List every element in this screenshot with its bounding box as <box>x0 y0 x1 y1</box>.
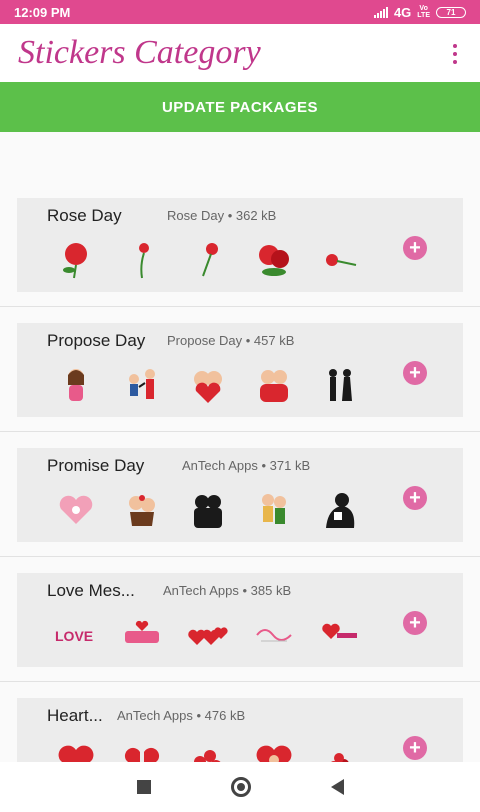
sticker-pack-card[interactable]: Promise Day AnTech Apps • 371 kB + <box>17 448 463 542</box>
sticker-pack-card[interactable]: Propose Day Propose Day • 457 kB + <box>17 323 463 417</box>
sticker-pack-card[interactable]: Love Mes... AnTech Apps • 385 kB LOVE + <box>17 573 463 667</box>
signal-icon <box>373 6 388 18</box>
pack-name: Love Mes... <box>47 581 135 600</box>
plus-icon[interactable]: + <box>403 611 427 635</box>
sticker-thumbnail <box>249 613 299 657</box>
sticker-thumbnail <box>183 363 233 407</box>
sticker-pack-row[interactable]: Heart... AnTech Apps • 476 kB + <box>0 682 480 762</box>
sticker-thumbnail <box>249 488 299 532</box>
pack-name: Rose Day <box>47 206 122 225</box>
plus-icon[interactable]: + <box>403 236 427 260</box>
sticker-preview-strip <box>51 238 365 282</box>
sticker-pack-row[interactable]: Love Mes... AnTech Apps • 385 kB LOVE + <box>0 557 480 682</box>
status-icons: 4G Vo LTE 71 <box>373 4 466 20</box>
sticker-pack-row[interactable]: Rose Day Rose Day • 362 kB + <box>0 132 480 307</box>
sticker-pack-list[interactable]: Rose Day Rose Day • 362 kB + Propose Day Pro… <box>0 132 480 762</box>
svg-text:LOVE: LOVE <box>55 628 93 644</box>
pack-name: Promise Day <box>47 456 145 475</box>
sticker-thumbnail <box>183 738 233 762</box>
pack-meta: AnTech Apps • 385 kB <box>163 583 292 598</box>
sticker-thumbnail <box>315 363 365 407</box>
plus-icon[interactable]: + <box>403 486 427 510</box>
battery-icon: 71 <box>436 6 466 18</box>
more-vert-icon[interactable] <box>452 44 458 64</box>
sticker-thumbnail <box>315 613 365 657</box>
sticker-thumbnail <box>249 363 299 407</box>
sticker-thumbnail <box>183 613 233 657</box>
system-nav-bar <box>0 762 480 812</box>
sticker-thumbnail <box>117 238 167 282</box>
sticker-thumbnail: LOVE <box>51 613 101 657</box>
sticker-thumbnail <box>51 363 101 407</box>
pack-meta: Rose Day • 362 kB <box>167 208 277 223</box>
sticker-preview-strip <box>51 488 365 532</box>
square-icon[interactable] <box>136 780 151 794</box>
sticker-thumbnail <box>51 738 101 762</box>
sticker-thumbnail <box>117 738 167 762</box>
app-bar: Stickers Category <box>0 24 480 82</box>
sticker-thumbnail <box>51 488 101 532</box>
page-title: Stickers Category <box>18 34 261 71</box>
update-packages-button[interactable]: UPDATE PACKAGES <box>0 82 480 132</box>
sticker-pack-row[interactable]: Propose Day Propose Day • 457 kB + <box>0 307 480 432</box>
sticker-thumbnail <box>117 488 167 532</box>
sticker-thumbnail <box>51 238 101 282</box>
sticker-thumbnail <box>249 238 299 282</box>
plus-icon[interactable]: + <box>403 361 427 385</box>
sticker-thumbnail <box>117 613 167 657</box>
sticker-preview-strip: LOVE <box>51 613 365 657</box>
status-time: 12:09 PM <box>14 4 71 20</box>
sticker-thumbnail <box>117 363 167 407</box>
sticker-thumbnail <box>315 488 365 532</box>
pack-name: Propose Day <box>47 331 146 350</box>
pack-meta: Propose Day • 457 kB <box>167 333 295 348</box>
sticker-pack-card[interactable]: Heart... AnTech Apps • 476 kB + <box>17 698 463 762</box>
pack-meta: AnTech Apps • 476 kB <box>117 708 246 723</box>
sticker-thumbnail <box>249 738 299 762</box>
sticker-thumbnail <box>315 738 365 762</box>
triangle-back-icon[interactable] <box>330 779 344 795</box>
sticker-thumbnail <box>183 488 233 532</box>
volte-badge: Vo LTE <box>417 5 430 19</box>
sticker-thumbnail <box>315 238 365 282</box>
sticker-pack-card[interactable]: Rose Day Rose Day • 362 kB + <box>17 198 463 292</box>
sticker-preview-strip <box>51 738 365 762</box>
battery-level: 71 <box>446 7 456 17</box>
plus-icon[interactable]: + <box>403 736 427 760</box>
pack-meta: AnTech Apps • 371 kB <box>182 458 311 473</box>
pack-name: Heart... <box>47 706 103 725</box>
status-bar: 12:09 PM 4G Vo LTE 71 <box>0 0 480 24</box>
circle-icon[interactable] <box>230 777 251 797</box>
sticker-pack-row[interactable]: Promise Day AnTech Apps • 371 kB + <box>0 432 480 557</box>
sticker-thumbnail <box>183 238 233 282</box>
network-type: 4G <box>393 4 412 20</box>
sticker-preview-strip <box>51 363 365 407</box>
